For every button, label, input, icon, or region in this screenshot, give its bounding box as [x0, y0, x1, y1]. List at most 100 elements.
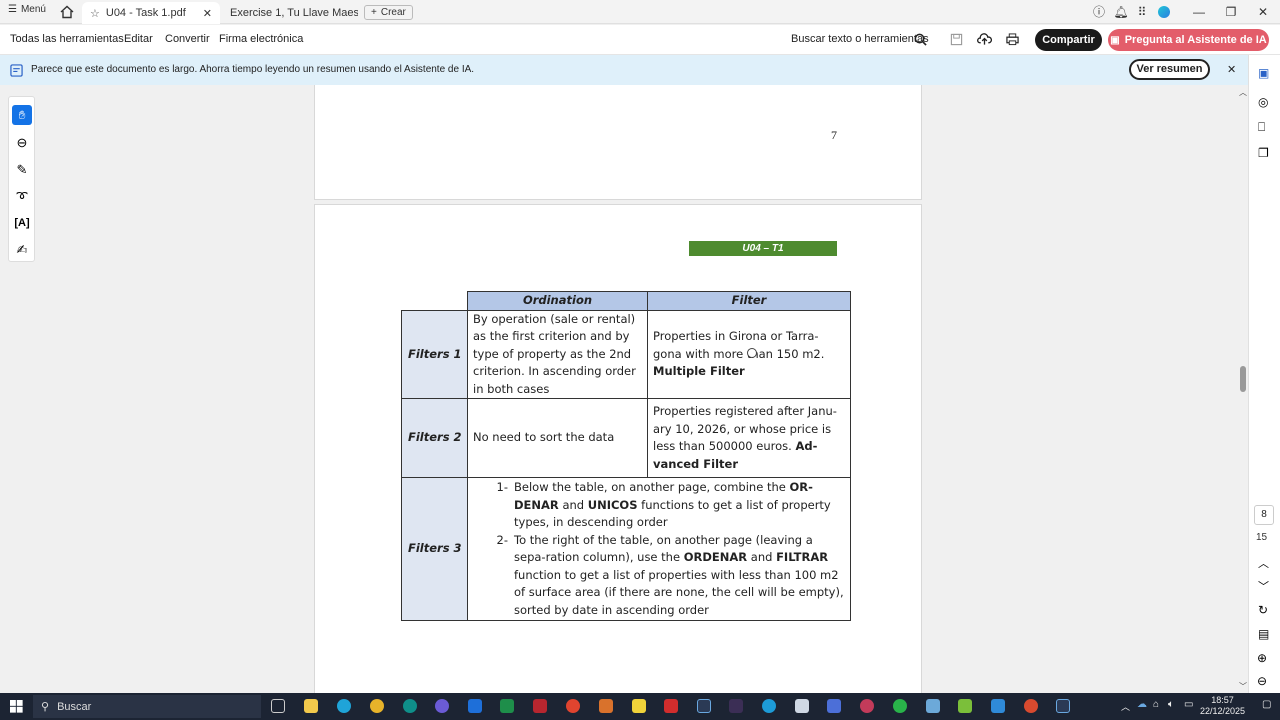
bell-icon[interactable]: 🔔︎	[1112, 3, 1130, 21]
app-green-icon[interactable]	[958, 699, 972, 713]
list-item: 2- To the right of the table, on another…	[490, 532, 844, 620]
file-explorer-icon[interactable]	[304, 699, 318, 713]
scroll-up-icon[interactable]: ︿	[1239, 87, 1247, 98]
minimize-icon[interactable]: —	[1190, 3, 1208, 21]
left-tool-palette: ✋︎ ⊖ ✎ ➰︎ [A] ✍︎	[8, 96, 35, 262]
outlook-icon[interactable]	[468, 699, 482, 713]
lasso-tool-icon[interactable]: ➰︎	[12, 187, 32, 207]
view-summary-button[interactable]: Ver resumen	[1129, 59, 1210, 80]
access-icon[interactable]	[533, 699, 547, 713]
zoom-in-icon[interactable]: ⊕	[1257, 651, 1267, 665]
chrome-icon[interactable]	[370, 699, 384, 713]
app-dark-icon[interactable]	[729, 699, 743, 713]
notification-icon[interactable]: ▢	[1262, 699, 1271, 710]
search-icon[interactable]	[914, 33, 927, 46]
upload-cloud-icon[interactable]	[977, 32, 992, 46]
zoom-out-tool-icon[interactable]: ⊖	[12, 133, 32, 153]
edit-menu[interactable]: Editar	[124, 33, 153, 45]
home-icon[interactable]	[60, 5, 74, 19]
skype-icon[interactable]	[762, 699, 776, 713]
ai-assistant-button[interactable]: ▣ Pregunta al Asistente de IA	[1108, 29, 1269, 51]
convert-menu[interactable]: Convertir	[165, 33, 210, 45]
taskbar-search[interactable]: ⚲ Buscar	[33, 695, 261, 718]
volume-icon[interactable]: 🔈︎	[1168, 699, 1174, 710]
tab-exercise1[interactable]: Exercise 1, Tu Llave Maestr...	[222, 2, 358, 24]
create-label: Crear	[380, 7, 406, 18]
hand-tool-icon[interactable]: ✋︎	[12, 105, 32, 125]
pages-icon[interactable]: ❐	[1258, 146, 1272, 160]
previous-page-icon[interactable]: ︿	[1258, 555, 1269, 571]
filter-text: Properties in Girona or Tarra-gona with …	[653, 329, 825, 361]
sticky-notes-icon[interactable]	[632, 699, 646, 713]
list-item: 1- Below the table, on another page, com…	[490, 479, 844, 532]
refresh-icon[interactable]: ↻	[1258, 603, 1268, 617]
whatsapp-icon[interactable]	[893, 699, 907, 713]
ordination-cell: No need to sort the data	[467, 398, 648, 478]
search-tools-input[interactable]: Buscar texto o herramientas	[791, 33, 929, 45]
app-red-icon[interactable]	[566, 699, 580, 713]
avatar[interactable]	[1155, 3, 1173, 21]
print-icon[interactable]	[1006, 33, 1019, 46]
next-page-icon[interactable]: ﹀	[1258, 578, 1269, 594]
app-chart-icon[interactable]	[1024, 699, 1038, 713]
maximize-icon[interactable]: ❐	[1222, 3, 1240, 21]
list-text: To the right of the table, on another pa…	[514, 532, 844, 617]
close-tab-icon[interactable]: ✕	[203, 7, 212, 20]
all-tools-menu[interactable]: Todas las herramientas	[10, 33, 124, 45]
clock[interactable]: 18:57 22/12/2025	[1200, 695, 1245, 717]
clock-time: 18:57	[1211, 695, 1234, 705]
scroll-down-icon[interactable]: ﹀	[1239, 681, 1247, 692]
comment-icon[interactable]: ◎	[1258, 95, 1272, 109]
share-button[interactable]: Compartir	[1035, 29, 1102, 51]
app-file-icon[interactable]	[991, 699, 1005, 713]
app-circle-icon[interactable]	[860, 699, 874, 713]
document-viewport[interactable]: 7 U04 – T1 Ordination Filter Filters 1 B…	[40, 85, 1240, 693]
menu-button[interactable]: ☰ Menú	[8, 4, 46, 15]
app-orange-icon[interactable]	[599, 699, 613, 713]
scrollbar-thumb[interactable]	[1240, 366, 1246, 392]
tab-u04-task1[interactable]: ☆ U04 - Task 1.pdf ✕	[82, 2, 220, 24]
fit-page-icon[interactable]: ▤	[1258, 627, 1269, 641]
list-number: 2-	[496, 532, 508, 547]
edge-icon[interactable]	[337, 699, 351, 713]
windows-start-icon[interactable]	[10, 700, 23, 713]
windows-taskbar: ⚲ Buscar ︿ ☁ ⌂ 🔈︎ ▭ 18:57 22/12/2025 ▢	[0, 693, 1280, 720]
header-ordination: Ordination	[467, 291, 648, 311]
network-icon[interactable]: ⌂	[1153, 699, 1159, 710]
create-button[interactable]: + Crear	[364, 5, 413, 20]
apps-grid-icon[interactable]: ⠿	[1133, 3, 1151, 21]
esign-menu[interactable]: Firma electrónica	[219, 33, 303, 45]
pen-tool-icon[interactable]: ✎	[12, 160, 32, 180]
close-window-icon[interactable]: ✕	[1254, 3, 1272, 21]
task-view-icon[interactable]	[271, 699, 285, 713]
sign-tool-icon[interactable]: ✍︎	[12, 240, 32, 260]
filters-table: Ordination Filter Filters 1 By operation…	[401, 291, 851, 621]
text-select-tool-icon[interactable]: [A]	[12, 213, 32, 233]
app-active-icon[interactable]	[1056, 699, 1070, 713]
bookmark-icon[interactable]: ⎕	[1258, 120, 1272, 134]
app-bird-icon[interactable]	[926, 699, 940, 713]
star-icon[interactable]: ☆	[90, 7, 100, 20]
close-banner-icon[interactable]: ✕	[1227, 63, 1236, 76]
list-text: Below the table, on another page, combin…	[514, 480, 831, 529]
battery-icon[interactable]: ▭	[1184, 699, 1193, 710]
media-player-icon[interactable]	[435, 699, 449, 713]
tray-chevron-icon[interactable]: ︿	[1121, 700, 1130, 713]
filter-type: Multiple Filter	[653, 364, 745, 378]
current-page-input[interactable]: 8	[1254, 505, 1274, 525]
app-blue-icon[interactable]	[827, 699, 841, 713]
help-icon[interactable]: ⓘ	[1090, 3, 1108, 21]
zoom-out-icon[interactable]: ⊖	[1257, 674, 1267, 688]
terminal-icon[interactable]	[697, 699, 711, 713]
right-panel-rail: ▣ ◎ ⎕ ❐	[1248, 55, 1280, 693]
save-icon[interactable]	[950, 33, 963, 46]
excel-icon[interactable]	[500, 699, 514, 713]
onedrive-icon[interactable]: ☁	[1137, 699, 1147, 710]
ai-assistant-label: Pregunta al Asistente de IA	[1124, 34, 1267, 46]
edge-dev-icon[interactable]	[403, 699, 417, 713]
ai-panel-icon[interactable]: ▣	[1258, 66, 1272, 80]
app-window-icon[interactable]	[795, 699, 809, 713]
title-bar: ☰ Menú ☆ U04 - Task 1.pdf ✕ Exercise 1, …	[0, 0, 1280, 24]
vertical-scrollbar[interactable]: ︿ ﹀	[1238, 85, 1248, 693]
acrobat-icon[interactable]	[664, 699, 678, 713]
